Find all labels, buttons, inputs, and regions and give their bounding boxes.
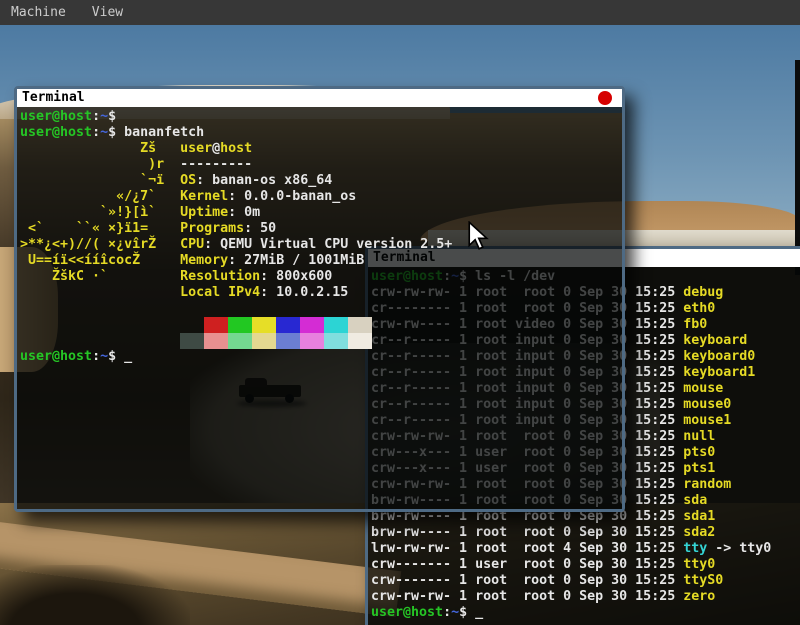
palette-swatch [324, 333, 348, 349]
palette-swatch [228, 333, 252, 349]
fetch-line: Zš user@host [20, 141, 622, 157]
fetch-line: `¬ï OS: banan-os x86_64 [20, 173, 622, 189]
ls-row: crw------- 1 root root 0 Sep 30 15:25 tt… [371, 573, 800, 589]
palette-swatch [180, 317, 204, 333]
command-line: user@host:~$ bananfetch [20, 125, 622, 141]
palette-swatch [204, 333, 228, 349]
ls-row: crw-rw-rw- 1 root root 0 Sep 30 15:25 ze… [371, 589, 800, 605]
palette-swatch [252, 333, 276, 349]
wallpaper-edge-strip [795, 60, 800, 275]
palette-swatch [180, 333, 204, 349]
prompt-line-cursor: user@host:~$ _ [20, 349, 622, 365]
palette-row [20, 333, 622, 349]
palette-swatch [324, 317, 348, 333]
menu-item-view[interactable]: View [92, 5, 123, 20]
ls-row: crw------- 1 user root 0 Sep 30 15:25 tt… [371, 557, 800, 573]
fetch-line: ŽškC ·` Resolution: 800x600 [20, 269, 622, 285]
palette-swatch [252, 317, 276, 333]
fetch-line: U==íï<<ííîcocŽ Memory: 27MiB / 1001MiB [20, 253, 622, 269]
palette-row [20, 317, 622, 333]
prompt-line: user@host:~$ [20, 109, 622, 125]
palette-swatch [276, 317, 300, 333]
terminal-window-front[interactable]: Terminal user@host:~$ user@host:~$ banan… [14, 86, 625, 512]
prompt-line-cursor: user@host:~$ _ [371, 605, 800, 621]
fetch-line: >**¿<+)//( ×¿vîrŽ CPU: QEMU Virtual CPU … [20, 237, 622, 253]
terminal-front-titlebar[interactable]: Terminal [17, 89, 622, 107]
desktop-background: Terminal user@host:~$ ls -l /devcrw-rw-r… [0, 25, 800, 625]
close-button[interactable] [598, 91, 612, 105]
blank-line [20, 301, 622, 317]
fetch-line: «/¿7` Kernel: 0.0.0-banan_os [20, 189, 622, 205]
fetch-line: <` ``« ×}ï1= Programs: 50 [20, 221, 622, 237]
palette-swatch [348, 333, 372, 349]
palette-swatch [348, 317, 372, 333]
wallpaper-dark-corner [0, 565, 190, 625]
fetch-line: Local IPv4: 10.0.2.15 [20, 285, 622, 301]
fetch-line: `»!}[ì` Uptime: 0m [20, 205, 622, 221]
palette-swatch [204, 317, 228, 333]
menu-item-machine[interactable]: Machine [11, 5, 66, 20]
ls-row: lrw-rw-rw- 1 root root 4 Sep 30 15:25 tt… [371, 541, 800, 557]
fetch-line: )r --------- [20, 157, 622, 173]
palette-swatch [300, 317, 324, 333]
ls-row: brw-rw---- 1 root root 0 Sep 30 15:25 sd… [371, 525, 800, 541]
vm-screen: Machine View Terminal user@host:~$ ls -l… [0, 0, 800, 625]
terminal-front-content[interactable]: user@host:~$ user@host:~$ bananfetch Zš … [17, 107, 622, 509]
palette-swatch [228, 317, 252, 333]
palette-swatch [300, 333, 324, 349]
palette-swatch [276, 333, 300, 349]
terminal-front-title: Terminal [22, 90, 85, 105]
menu-bar: Machine View [0, 0, 800, 25]
